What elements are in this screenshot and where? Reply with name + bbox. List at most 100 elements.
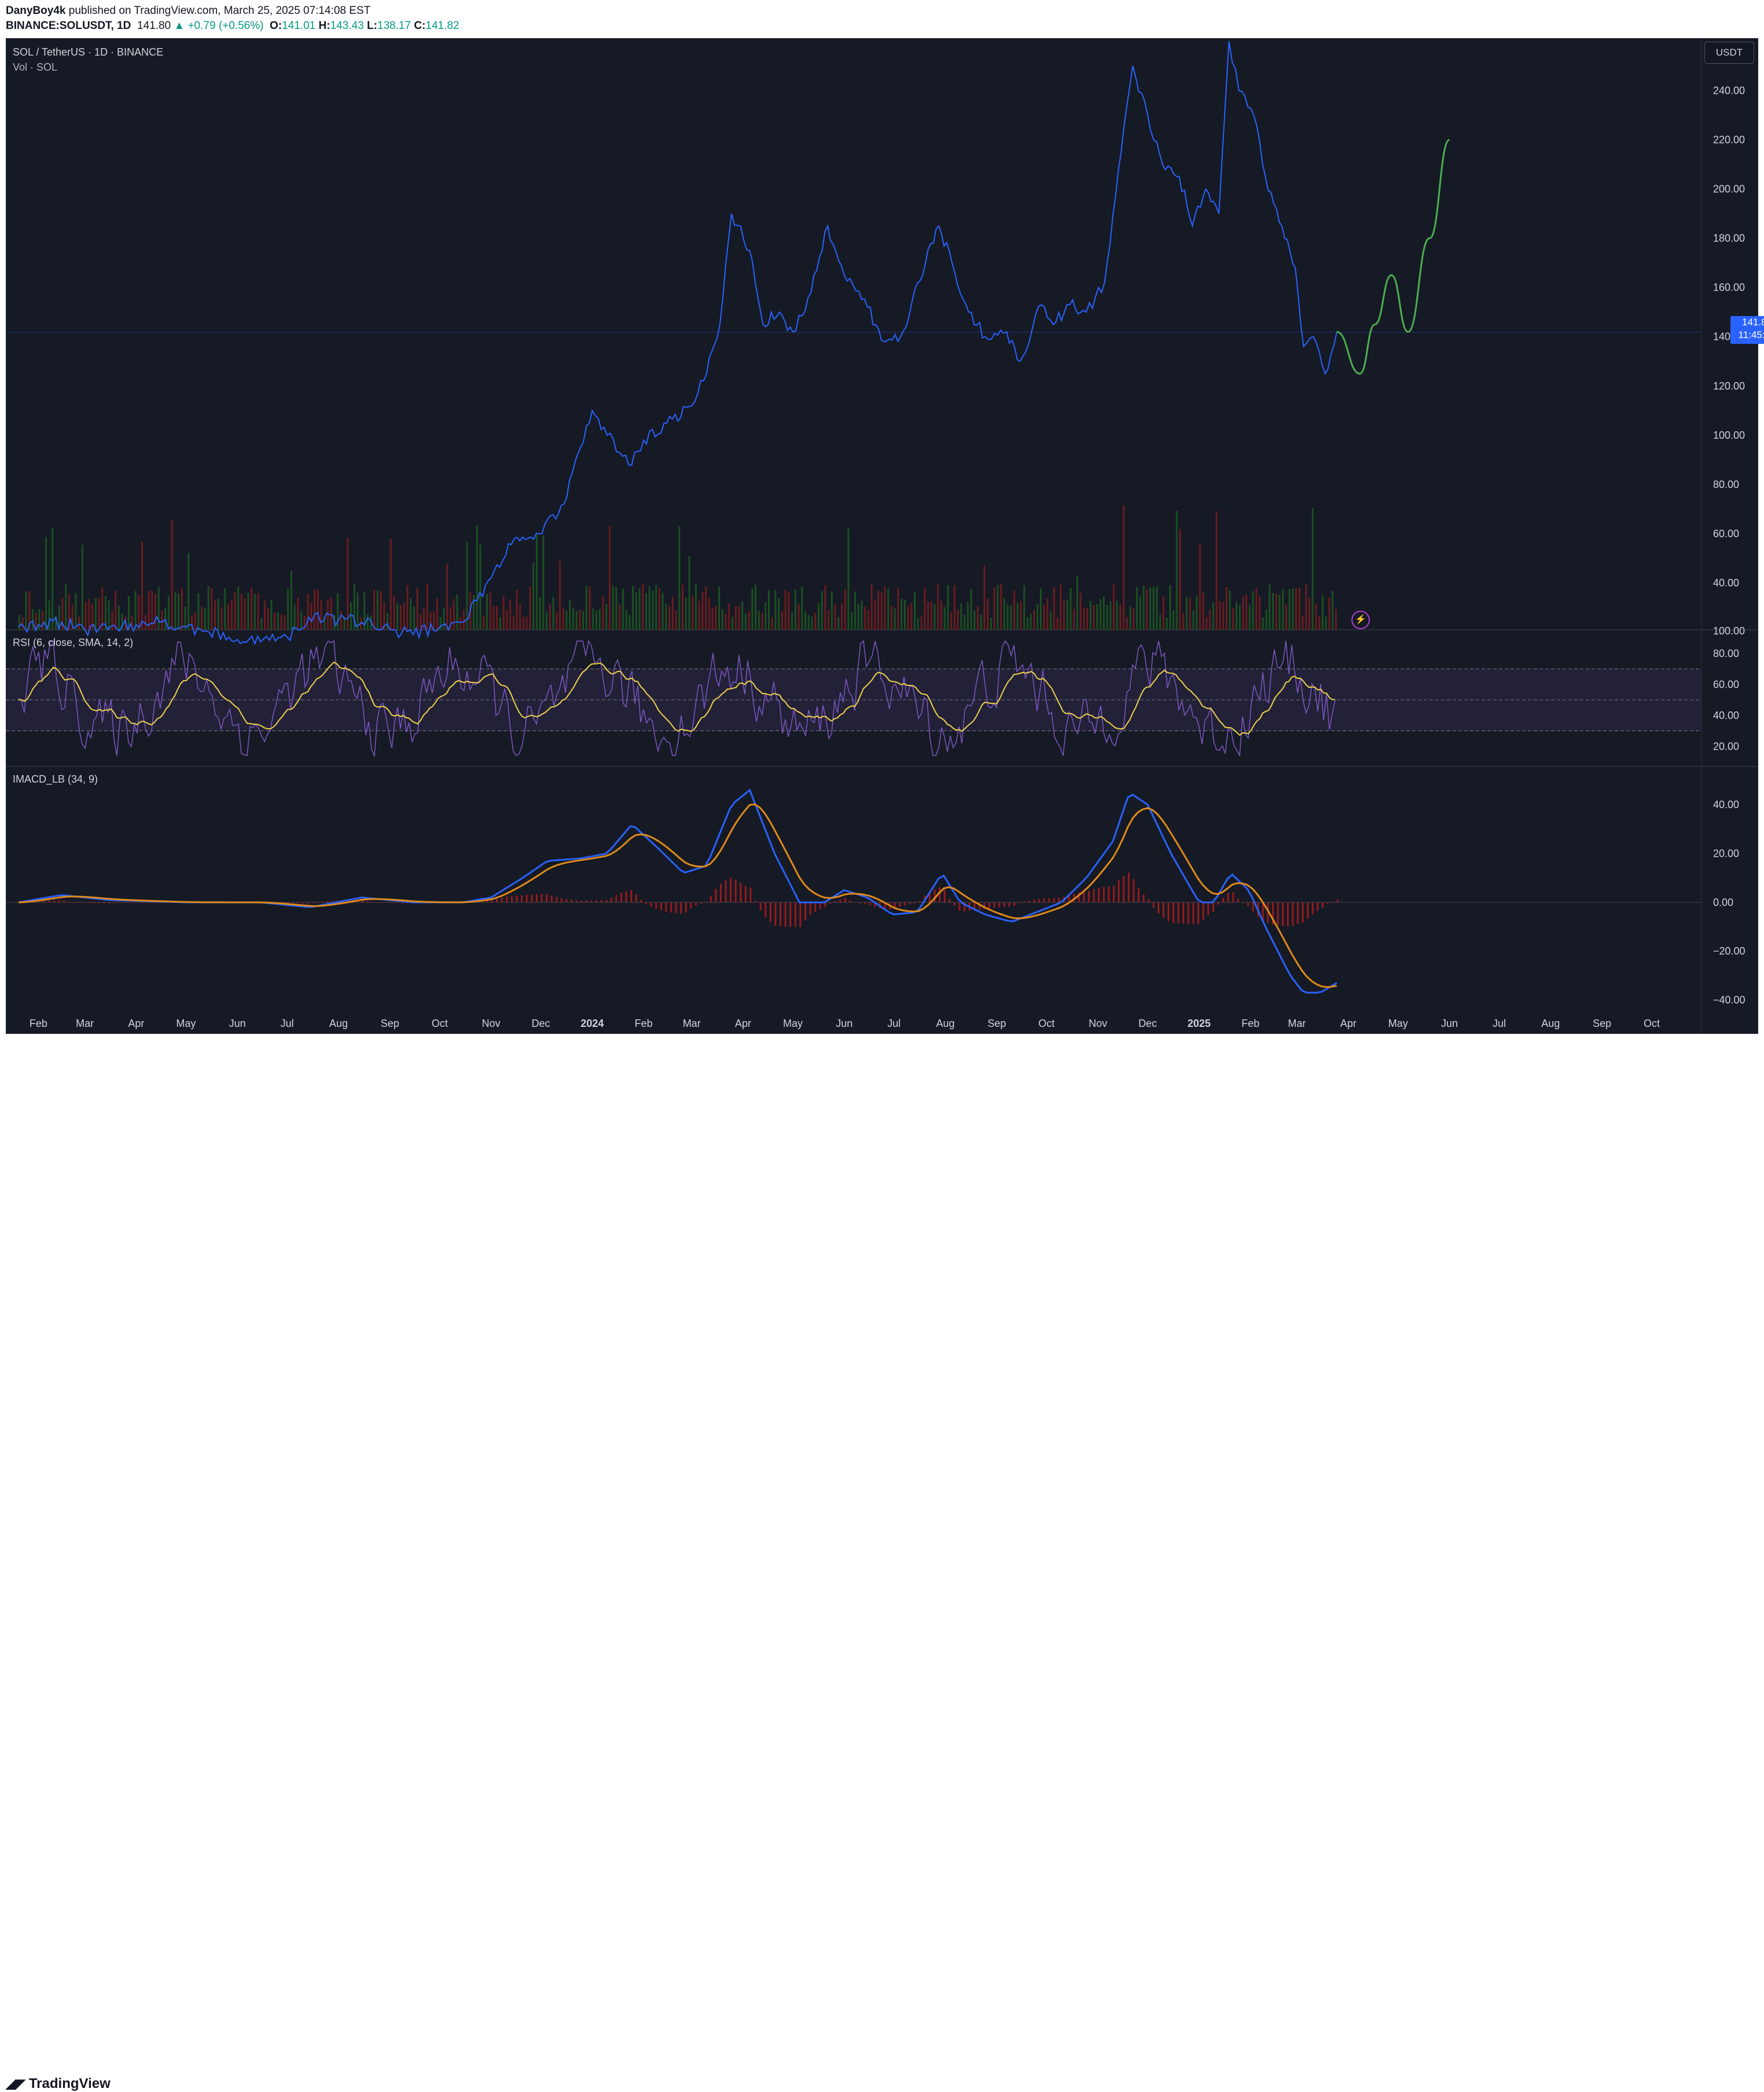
volume-bar <box>1215 511 1218 630</box>
volume-bar <box>575 611 578 630</box>
macd-histogram-bar <box>734 879 737 902</box>
volume-bar <box>1173 610 1175 630</box>
volume-bar <box>934 604 936 630</box>
macd-histogram-bar <box>993 902 995 908</box>
lightning-icon[interactable]: ⚡ <box>1351 611 1370 629</box>
macd-histogram-bar <box>43 900 45 902</box>
volume-bar <box>171 520 173 630</box>
volume-bar <box>1182 613 1185 630</box>
macd-histogram-bar <box>655 902 657 909</box>
macd-histogram-bar <box>496 898 498 902</box>
high-label: H: <box>318 20 330 32</box>
volume-bar <box>439 616 442 630</box>
volume-bar <box>144 615 146 630</box>
volume-bar <box>658 588 660 630</box>
tradingview-logo[interactable]: ◢◤ TradingView <box>6 2076 111 2092</box>
volume-bar <box>632 586 634 630</box>
volume-bar <box>224 588 226 630</box>
macd-histogram-bar <box>1152 902 1155 908</box>
chart-canvas[interactable]: 240.00220.00200.00180.00160.00140.00120.… <box>6 38 1758 1034</box>
macd-histogram-bar <box>571 900 573 902</box>
volume-bar <box>1308 598 1310 630</box>
volume-bar <box>284 615 286 630</box>
volume-bar <box>897 587 899 630</box>
volume-bar <box>98 597 100 630</box>
time-axis-label: Feb <box>1241 1018 1259 1029</box>
volume-bar <box>569 600 571 630</box>
volume-bar <box>1076 575 1078 630</box>
volume-bar <box>758 611 760 630</box>
volume-bar <box>512 615 514 630</box>
macd-histogram-bar <box>556 897 558 902</box>
symbol-ohlc-line: BINANCE:SOLUSDT, 1D 141.80 ▲ +0.79 (+0.5… <box>6 20 460 32</box>
publisher-name[interactable]: DanyBoy4k <box>6 5 66 17</box>
volume-bar <box>247 592 249 630</box>
macd-histogram-bar <box>1157 902 1160 914</box>
volume-bar <box>396 603 399 630</box>
volume-bar <box>1209 610 1211 630</box>
volume-bar <box>197 593 200 630</box>
volume-bar <box>602 596 604 630</box>
volume-bar <box>847 528 850 630</box>
time-axis-label: Feb <box>635 1018 653 1029</box>
macd-histogram-bar <box>88 902 90 904</box>
volume-bar <box>38 609 41 630</box>
macd-histogram-bar <box>804 902 807 920</box>
volume-bar <box>778 598 780 630</box>
macd-histogram-bar <box>93 902 95 904</box>
volume-bar <box>141 541 144 630</box>
volume-bar <box>1142 585 1145 630</box>
volume-title: Vol · SOL <box>13 61 58 73</box>
macd-histogram-bar <box>153 902 155 903</box>
volume-bar <box>861 600 863 630</box>
volume-bar <box>558 560 561 630</box>
volume-bar <box>751 588 754 630</box>
macd-histogram-bar <box>1018 902 1020 904</box>
volume-bar <box>1229 590 1231 630</box>
macd-histogram-bar <box>142 902 145 903</box>
volume-bar <box>851 611 853 630</box>
volume-bar <box>1245 594 1248 630</box>
volume-bar <box>771 616 773 630</box>
volume-bar <box>598 609 601 630</box>
volume-bar <box>101 587 104 630</box>
volume-bar <box>406 585 409 630</box>
macd-histogram-bar <box>302 902 304 904</box>
macd-histogram-bar <box>680 902 682 914</box>
volume-bar <box>642 583 644 630</box>
volume-bar <box>230 600 233 630</box>
volume-bar <box>1305 584 1307 630</box>
chart-area[interactable]: 240.00 220.00 200.00 180.00 160.00 140.00 120.… <box>6 38 1758 1034</box>
volume-bar <box>781 611 783 630</box>
volume-bar <box>1219 601 1221 630</box>
volume-bar <box>943 607 946 630</box>
time-axis-label: Dec <box>1138 1018 1157 1029</box>
rsi-axis-label: 40.00 <box>1713 710 1739 721</box>
volume-bar <box>300 611 303 630</box>
volume-bar <box>828 610 830 630</box>
volume-bar <box>993 588 995 630</box>
macd-histogram-bar <box>506 897 508 902</box>
macd-histogram-bar <box>1296 902 1299 924</box>
macd-histogram-bar <box>133 902 135 903</box>
macd-histogram-bar <box>1182 902 1185 924</box>
volume-bar <box>317 590 319 630</box>
volume-bar <box>446 563 449 630</box>
volume-bar <box>1070 588 1072 630</box>
volume-bar <box>204 608 206 630</box>
time-axis-label: Apr <box>128 1018 144 1029</box>
volume-bar <box>1255 588 1258 630</box>
volume-bar <box>549 604 551 630</box>
macd-histogram-bar <box>317 902 319 903</box>
volume-bar <box>240 594 242 630</box>
volume-bar <box>619 604 621 630</box>
macd-histogram-bar <box>292 902 294 904</box>
currency-button[interactable]: USDT <box>1704 42 1754 64</box>
rsi-pane-title: RSI (6, close, SMA, 14, 2) <box>13 637 134 648</box>
macd-histogram-bar <box>1292 902 1294 926</box>
volume-bar <box>1102 596 1105 630</box>
macd-histogram-bar <box>839 899 841 902</box>
volume-bar <box>1149 587 1151 630</box>
volume-bar <box>201 607 203 630</box>
time-axis-label: Aug <box>1541 1018 1560 1029</box>
